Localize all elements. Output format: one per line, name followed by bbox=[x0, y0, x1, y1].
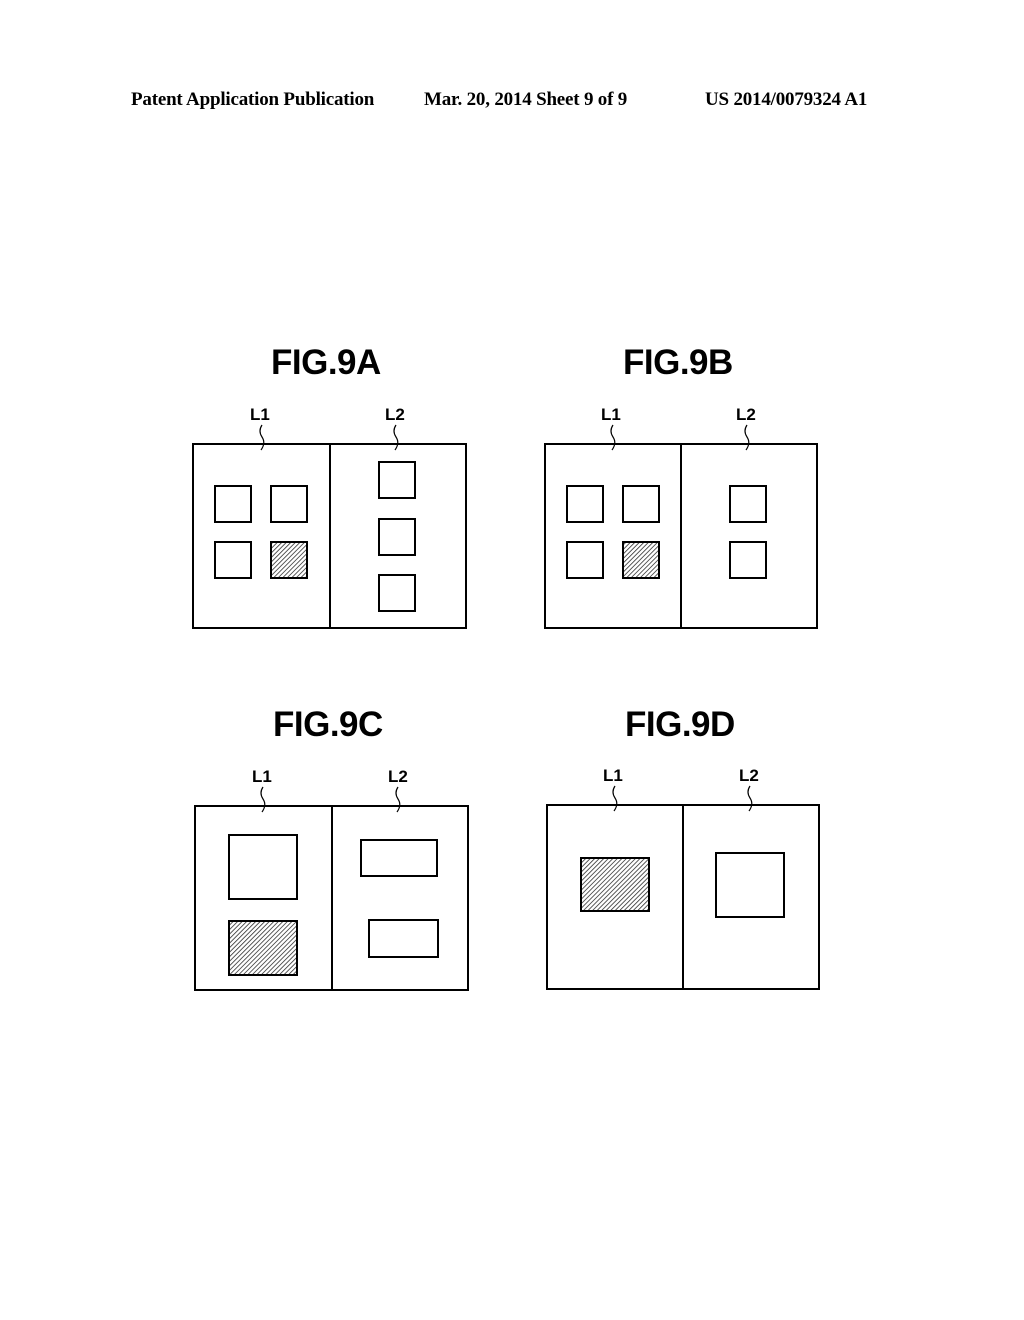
figure-9a-l2-item bbox=[378, 574, 416, 612]
figure-9c-l2-item bbox=[360, 839, 438, 877]
figure-9b-label-l2: L2 bbox=[736, 405, 756, 424]
figure-9a-leader-l2 bbox=[393, 424, 399, 451]
figure-9a-label-l2: L2 bbox=[385, 405, 405, 424]
figure-9b-l1-item bbox=[566, 485, 604, 523]
figure-9d-l1-item-hatched bbox=[580, 857, 650, 912]
figure-9a-l2-item bbox=[378, 461, 416, 499]
figure-9d-frame bbox=[546, 804, 820, 990]
figure-9c-frame bbox=[194, 805, 469, 991]
figure-9c-diagram bbox=[194, 786, 469, 991]
figure-9a-leader-l1 bbox=[259, 424, 265, 451]
figure-9b-diagram bbox=[544, 424, 818, 629]
figure-9a-l1-item-hatched bbox=[270, 541, 308, 579]
figure-9d-label-l1: L1 bbox=[603, 766, 623, 785]
figure-9b-frame bbox=[544, 443, 818, 629]
figure-9c-l2-item bbox=[368, 919, 439, 958]
figure-9c-leader-l2 bbox=[395, 786, 401, 813]
figure-9d-label-l2: L2 bbox=[739, 766, 759, 785]
figure-9d-leader-l2 bbox=[747, 785, 753, 812]
figure-9a-l2-item bbox=[378, 518, 416, 556]
figure-9c-leader-l1 bbox=[260, 786, 266, 813]
patent-drawing bbox=[192, 424, 820, 991]
figure-9d-diagram bbox=[546, 785, 820, 990]
figure-title-9a: FIG.9A bbox=[271, 343, 381, 382]
figure-9c-label-l2: L2 bbox=[388, 767, 408, 786]
figure-9b-l1-item bbox=[566, 541, 604, 579]
figure-9c-l1-item-hatched bbox=[228, 920, 298, 976]
figure-9a-label-l1: L1 bbox=[250, 405, 270, 424]
figure-title-9b: FIG.9B bbox=[623, 343, 733, 382]
figure-9d-l2-item bbox=[715, 852, 785, 918]
figure-9c-label-l1: L1 bbox=[252, 767, 272, 786]
figure-title-9d: FIG.9D bbox=[625, 705, 735, 744]
figure-9a-l1-item bbox=[214, 485, 252, 523]
figure-9b-l1-item-hatched bbox=[622, 541, 660, 579]
publication-type: Patent Application Publication bbox=[131, 89, 375, 110]
figure-9a-l1-item bbox=[214, 541, 252, 579]
figure-9d-leader-l1 bbox=[612, 785, 618, 812]
figure-9b-l1-item bbox=[622, 485, 660, 523]
figure-title-9c: FIG.9C bbox=[273, 705, 383, 744]
figure-9a-frame bbox=[192, 443, 467, 629]
publication-date-sheet: Mar. 20, 2014 Sheet 9 of 9 bbox=[424, 89, 628, 110]
figure-9b-l2-item bbox=[729, 541, 767, 579]
publication-number: US 2014/0079324 A1 bbox=[705, 89, 868, 110]
figure-9a-diagram bbox=[192, 424, 467, 629]
figure-9c-l1-item bbox=[228, 834, 298, 900]
figure-9b-leader-l2 bbox=[744, 424, 750, 451]
figure-9b-label-l1: L1 bbox=[601, 405, 621, 424]
figure-9b-leader-l1 bbox=[610, 424, 616, 451]
figure-9a-l1-item bbox=[270, 485, 308, 523]
figure-9b-l2-item bbox=[729, 485, 767, 523]
